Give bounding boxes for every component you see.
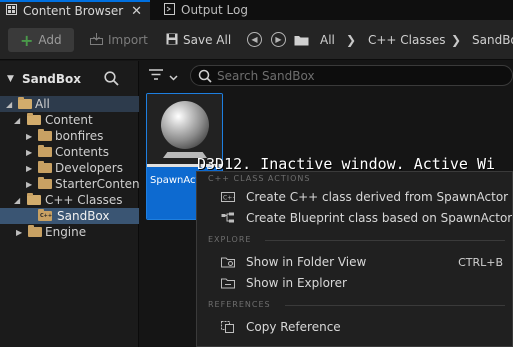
tree-item-all[interactable]: ◢ All bbox=[0, 96, 139, 112]
explorer-icon bbox=[221, 277, 235, 289]
forward-icon[interactable]: ▶ bbox=[271, 32, 286, 47]
chevron-down-icon[interactable]: ◢ bbox=[14, 116, 20, 125]
sources-header[interactable]: ▼ SandBox bbox=[0, 65, 139, 93]
import-icon bbox=[90, 32, 103, 48]
folder-icon bbox=[38, 161, 52, 173]
actor-sphere-icon bbox=[161, 101, 209, 149]
tree-item-developers[interactable]: ▶ Developers bbox=[0, 160, 139, 176]
search-icon bbox=[198, 69, 212, 86]
folder-view-icon bbox=[221, 256, 235, 268]
context-menu: C++ CLASS ACTIONS C++ Create C++ class d… bbox=[196, 171, 513, 347]
breadcrumb-sandbox[interactable]: SandBox bbox=[472, 28, 513, 52]
create-blueprint-class-menu-item[interactable]: Create Blueprint class based on SpawnAct… bbox=[197, 208, 513, 228]
chevron-right-icon[interactable]: ▶ bbox=[26, 180, 32, 189]
chevron-down-icon[interactable]: ◢ bbox=[6, 100, 12, 109]
save-all-button[interactable]: Save All bbox=[166, 28, 231, 52]
tree-item-label: SandBox bbox=[57, 209, 110, 223]
chevron-down-icon bbox=[169, 70, 178, 84]
output-log-icon bbox=[164, 2, 175, 18]
chevron-right-icon[interactable]: ▶ bbox=[26, 132, 32, 141]
sources-title: SandBox bbox=[22, 72, 82, 86]
breadcrumb-cpp-classes[interactable]: C++ Classes bbox=[368, 28, 446, 52]
save-all-label: Save All bbox=[183, 33, 232, 47]
tree-item-startercontent[interactable]: ▶ StarterContent bbox=[0, 176, 139, 192]
tree-item-sandbox[interactable]: C++ SandBox bbox=[0, 208, 139, 224]
save-icon bbox=[166, 33, 178, 48]
menu-item-label: Show in Explorer bbox=[246, 276, 347, 290]
tab-bar: Content Browser ✕ Output Log bbox=[0, 0, 513, 20]
menu-item-label: Create Blueprint class based on SpawnAct… bbox=[246, 211, 513, 225]
tree-item-label: StarterContent bbox=[55, 177, 139, 191]
menu-item-label: Show in Folder View bbox=[246, 255, 367, 269]
tree-item-content[interactable]: ◢ Content bbox=[0, 112, 139, 128]
chevron-down-icon[interactable]: ▼ bbox=[7, 74, 14, 84]
import-label: Import bbox=[108, 33, 148, 47]
folder-icon bbox=[38, 129, 52, 141]
tree-item-label: Developers bbox=[55, 161, 123, 175]
tab-output-log[interactable]: Output Log bbox=[158, 0, 278, 20]
tree-item-label: bonfires bbox=[55, 129, 104, 143]
blueprint-class-icon bbox=[221, 212, 235, 224]
cpp-class-icon: C++ bbox=[221, 191, 237, 203]
search-icon[interactable] bbox=[104, 71, 119, 89]
add-button[interactable]: + Add bbox=[8, 28, 74, 52]
menu-section-header: REFERENCES bbox=[208, 300, 271, 309]
tree-item-label: Content bbox=[45, 113, 93, 127]
folder-open-icon bbox=[27, 193, 41, 205]
plus-icon: + bbox=[20, 30, 34, 50]
back-icon[interactable]: ◀ bbox=[247, 32, 262, 47]
menu-item-label: Copy Reference bbox=[246, 320, 341, 334]
breadcrumb-all[interactable]: All bbox=[320, 28, 335, 52]
tree-item-contents[interactable]: ▶ Contents bbox=[0, 144, 139, 160]
create-cpp-class-menu-item[interactable]: C++ Create C++ class derived from SpawnA… bbox=[197, 187, 512, 207]
tree-item-cpp-classes[interactable]: ◢ C++ Classes bbox=[0, 192, 139, 208]
copy-reference-icon bbox=[221, 321, 235, 333]
sources-panel: ▼ SandBox ◢ All ◢ Content ▶ bonfires ▶ C… bbox=[0, 61, 139, 347]
show-in-explorer-menu-item[interactable]: Show in Explorer bbox=[197, 273, 512, 293]
filter-button[interactable] bbox=[149, 69, 178, 83]
cpp-folder-icon: C++ bbox=[38, 209, 53, 221]
tree-item-label: Engine bbox=[45, 225, 87, 239]
show-in-folder-view-menu-item[interactable]: Show in Folder View CTRL+B bbox=[197, 252, 512, 272]
tree-item-label: All bbox=[35, 97, 50, 111]
menu-section-header: EXPLORE bbox=[208, 235, 252, 244]
tree-item-label: C++ Classes bbox=[45, 193, 123, 207]
toolbar: + Add Import Save All ◀ ▶ All ❯ C++ Clas… bbox=[0, 20, 513, 60]
menu-item-label: Create C++ class derived from SpawnActor bbox=[246, 190, 509, 204]
shortcut-text: CTRL+B bbox=[458, 255, 503, 269]
content-browser-icon bbox=[6, 4, 17, 18]
folder-icon bbox=[28, 225, 42, 237]
svg-text:C++: C++ bbox=[223, 195, 235, 202]
chevron-right-icon[interactable]: ▶ bbox=[26, 164, 32, 173]
import-button[interactable]: Import bbox=[90, 28, 148, 52]
folder-open-icon bbox=[18, 97, 32, 109]
tree-item-bonfires[interactable]: ▶ bonfires bbox=[0, 128, 139, 144]
search-input[interactable] bbox=[217, 68, 497, 83]
folder-icon[interactable] bbox=[294, 28, 309, 52]
chevron-down-icon[interactable]: ◢ bbox=[14, 196, 20, 205]
folder-open-icon bbox=[27, 113, 41, 125]
tab-label: Output Log bbox=[181, 3, 248, 17]
menu-divider bbox=[265, 240, 505, 241]
breadcrumb-separator-icon: ❯ bbox=[346, 33, 357, 47]
menu-section-header: C++ CLASS ACTIONS bbox=[208, 174, 311, 183]
menu-divider bbox=[285, 305, 505, 306]
folder-icon bbox=[38, 177, 52, 189]
filter-icon bbox=[149, 69, 163, 83]
chevron-right-icon[interactable]: ▶ bbox=[16, 228, 22, 237]
tab-label: Content Browser bbox=[23, 4, 124, 18]
search-box[interactable] bbox=[190, 65, 513, 86]
tree-item-label: Contents bbox=[55, 145, 109, 159]
tree-item-engine[interactable]: ▶ Engine bbox=[0, 224, 139, 240]
breadcrumb-separator-icon: ❯ bbox=[451, 33, 462, 47]
folder-icon bbox=[38, 145, 52, 157]
tab-content-browser[interactable]: Content Browser ✕ bbox=[0, 0, 150, 20]
add-label: Add bbox=[38, 33, 62, 47]
close-icon[interactable]: ✕ bbox=[131, 4, 142, 19]
copy-reference-menu-item[interactable]: Copy Reference bbox=[197, 317, 512, 337]
chevron-right-icon[interactable]: ▶ bbox=[26, 148, 32, 157]
